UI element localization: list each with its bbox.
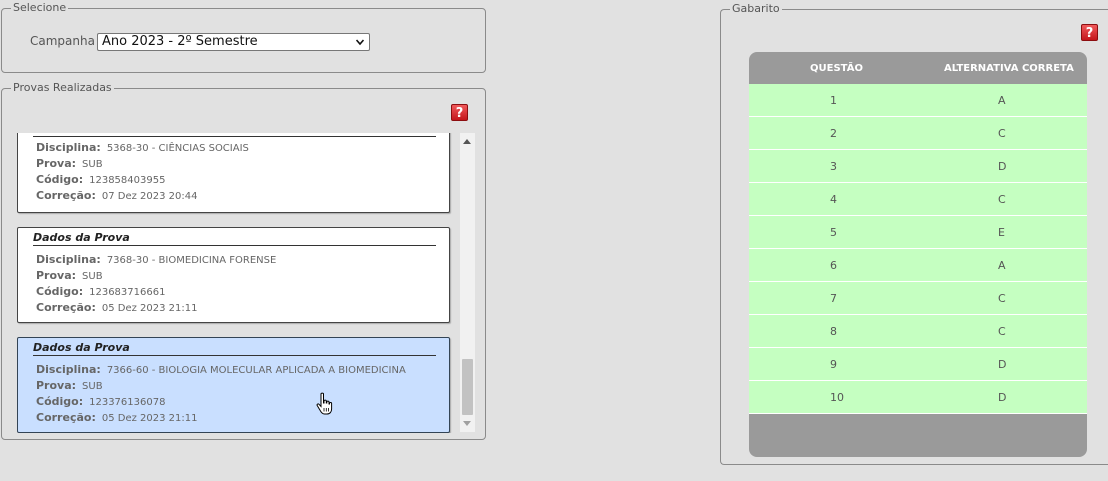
codigo-label: Código: [36, 285, 84, 298]
provas-list: Disciplina: 5368-30 - CIÊNCIAS SOCIAIS Pr… [17, 133, 458, 433]
disciplina-row: Disciplina: 7366-60 - BIOLOGIA MOLECULAR … [36, 363, 406, 377]
disciplina-value: 7368-30 - BIOMEDICINA FORENSE [106, 255, 277, 266]
help-button-provas[interactable]: ? [451, 104, 468, 121]
alternativa-cell: C [998, 193, 1006, 206]
prova-label: Prova: [36, 269, 77, 282]
disciplina-label: Disciplina: [36, 253, 101, 266]
correcao-label: Correção: [36, 411, 96, 424]
questao-cell: 1 [830, 94, 837, 107]
alternativa-cell: D [998, 391, 1007, 404]
disciplina-row: Disciplina: 5368-30 - CIÊNCIAS SOCIAIS [36, 141, 249, 155]
scroll-up-icon[interactable] [463, 139, 471, 144]
disciplina-value: 7366-60 - BIOLOGIA MOLECULAR APLICADA A … [106, 365, 406, 376]
codigo-value: 123683716661 [89, 287, 166, 298]
questao-cell: 9 [830, 358, 837, 371]
chevron-down-icon [356, 39, 364, 46]
card-title: Dados da Prova [33, 341, 436, 356]
questao-cell: 3 [830, 160, 837, 173]
questao-cell: 6 [830, 259, 837, 272]
prova-row: Prova: SUB [36, 269, 103, 283]
prova-label: Prova: [36, 379, 77, 392]
alternativa-cell: D [998, 358, 1007, 371]
questao-cell: 8 [830, 325, 837, 338]
correcao-label: Correção: [36, 189, 96, 202]
disciplina-label: Disciplina: [36, 141, 101, 154]
correcao-row: Correção: 05 Dez 2023 21:11 [36, 411, 197, 425]
prova-row: Prova: SUB [36, 379, 103, 393]
table-row: 9D [749, 348, 1087, 381]
prova-value: SUB [82, 271, 103, 282]
table-row: 3D [749, 150, 1087, 183]
prova-row: Prova: SUB [36, 157, 103, 171]
alternativa-cell: D [998, 160, 1007, 173]
alternativa-cell: C [998, 292, 1006, 305]
selecione-legend: Selecione [13, 1, 67, 14]
table-row: 8C [749, 315, 1087, 348]
table-row: 5E [749, 216, 1087, 249]
correcao-row: Correção: 07 Dez 2023 20:44 [36, 189, 197, 203]
correcao-value: 07 Dez 2023 20:44 [101, 191, 198, 202]
table-row: 7C [749, 282, 1087, 315]
correcao-label: Correção: [36, 301, 96, 314]
codigo-row: Código: 123683716661 [36, 285, 165, 299]
alternativa-cell: A [998, 259, 1006, 272]
scroll-down-icon[interactable] [463, 421, 471, 426]
provas-scrollbar[interactable] [460, 133, 475, 432]
alternativa-cell: C [998, 325, 1006, 338]
campanha-selected-value: Ano 2023 - 2º Semestre [102, 34, 258, 49]
questao-cell: 5 [830, 226, 837, 239]
alternativa-cell: C [998, 127, 1006, 140]
disciplina-value: 5368-30 - CIÊNCIAS SOCIAIS [106, 143, 249, 154]
campanha-select[interactable]: Ano 2023 - 2º Semestre [97, 33, 370, 51]
disciplina-label: Disciplina: [36, 363, 101, 376]
column-header-alternativa: ALTERNATIVA CORRETA [944, 63, 1074, 74]
prova-label: Prova: [36, 157, 77, 170]
table-row: 1A [749, 84, 1087, 117]
scroll-thumb[interactable] [462, 359, 473, 415]
prova-card-selected[interactable]: Dados da Prova Disciplina: 7366-60 - BIOL… [17, 337, 450, 433]
prova-value: SUB [82, 381, 103, 392]
gabarito-header: QUESTÃO ALTERNATIVA CORRETA [749, 52, 1087, 84]
questao-cell: 10 [830, 391, 844, 404]
codigo-value: 123376136078 [89, 397, 166, 408]
prova-card[interactable]: Disciplina: 5368-30 - CIÊNCIAS SOCIAIS Pr… [17, 133, 450, 213]
correcao-row: Correção: 05 Dez 2023 21:11 [36, 301, 197, 315]
codigo-label: Código: [36, 395, 84, 408]
questao-cell: 2 [830, 127, 837, 140]
disciplina-row: Disciplina: 7368-30 - BIOMEDICINA FORENSE [36, 253, 276, 267]
table-row: 6A [749, 249, 1087, 282]
prova-card[interactable]: Dados da Prova Disciplina: 7368-30 - BIOM… [17, 227, 450, 323]
provas-legend: Provas Realizadas [13, 81, 112, 94]
correcao-value: 05 Dez 2023 21:11 [101, 413, 198, 424]
alternativa-cell: A [998, 94, 1006, 107]
gabarito-rows: 1 A 2 C 3 D 4 C 5 E 6 A 7 C 8 C 9 D 10 D [749, 84, 1087, 414]
gabarito-table: QUESTÃO ALTERNATIVA CORRETA 1A2C3D4C5E6A… [749, 52, 1087, 457]
card-title: Dados da Prova [33, 231, 436, 246]
correcao-value: 05 Dez 2023 21:11 [101, 303, 198, 314]
questao-cell: 7 [830, 292, 837, 305]
prova-value: SUB [82, 159, 103, 170]
questao-cell: 4 [830, 193, 837, 206]
codigo-label: Código: [36, 173, 84, 186]
codigo-row: Código: 123858403955 [36, 173, 165, 187]
codigo-row: Código: 123376136078 [36, 395, 165, 409]
help-button-gabarito[interactable]: ? [1081, 24, 1098, 41]
column-header-questao: QUESTÃO [810, 63, 863, 74]
table-row: 10 D [749, 381, 1087, 414]
table-row: 4C [749, 183, 1087, 216]
codigo-value: 123858403955 [89, 175, 166, 186]
table-row: 2C [749, 117, 1087, 150]
card-divider [33, 136, 436, 137]
campanha-label: Campanha [30, 34, 95, 48]
alternativa-cell: E [998, 226, 1005, 239]
gabarito-legend: Gabarito [732, 2, 780, 15]
hand-pointer-cursor-icon [316, 392, 333, 415]
